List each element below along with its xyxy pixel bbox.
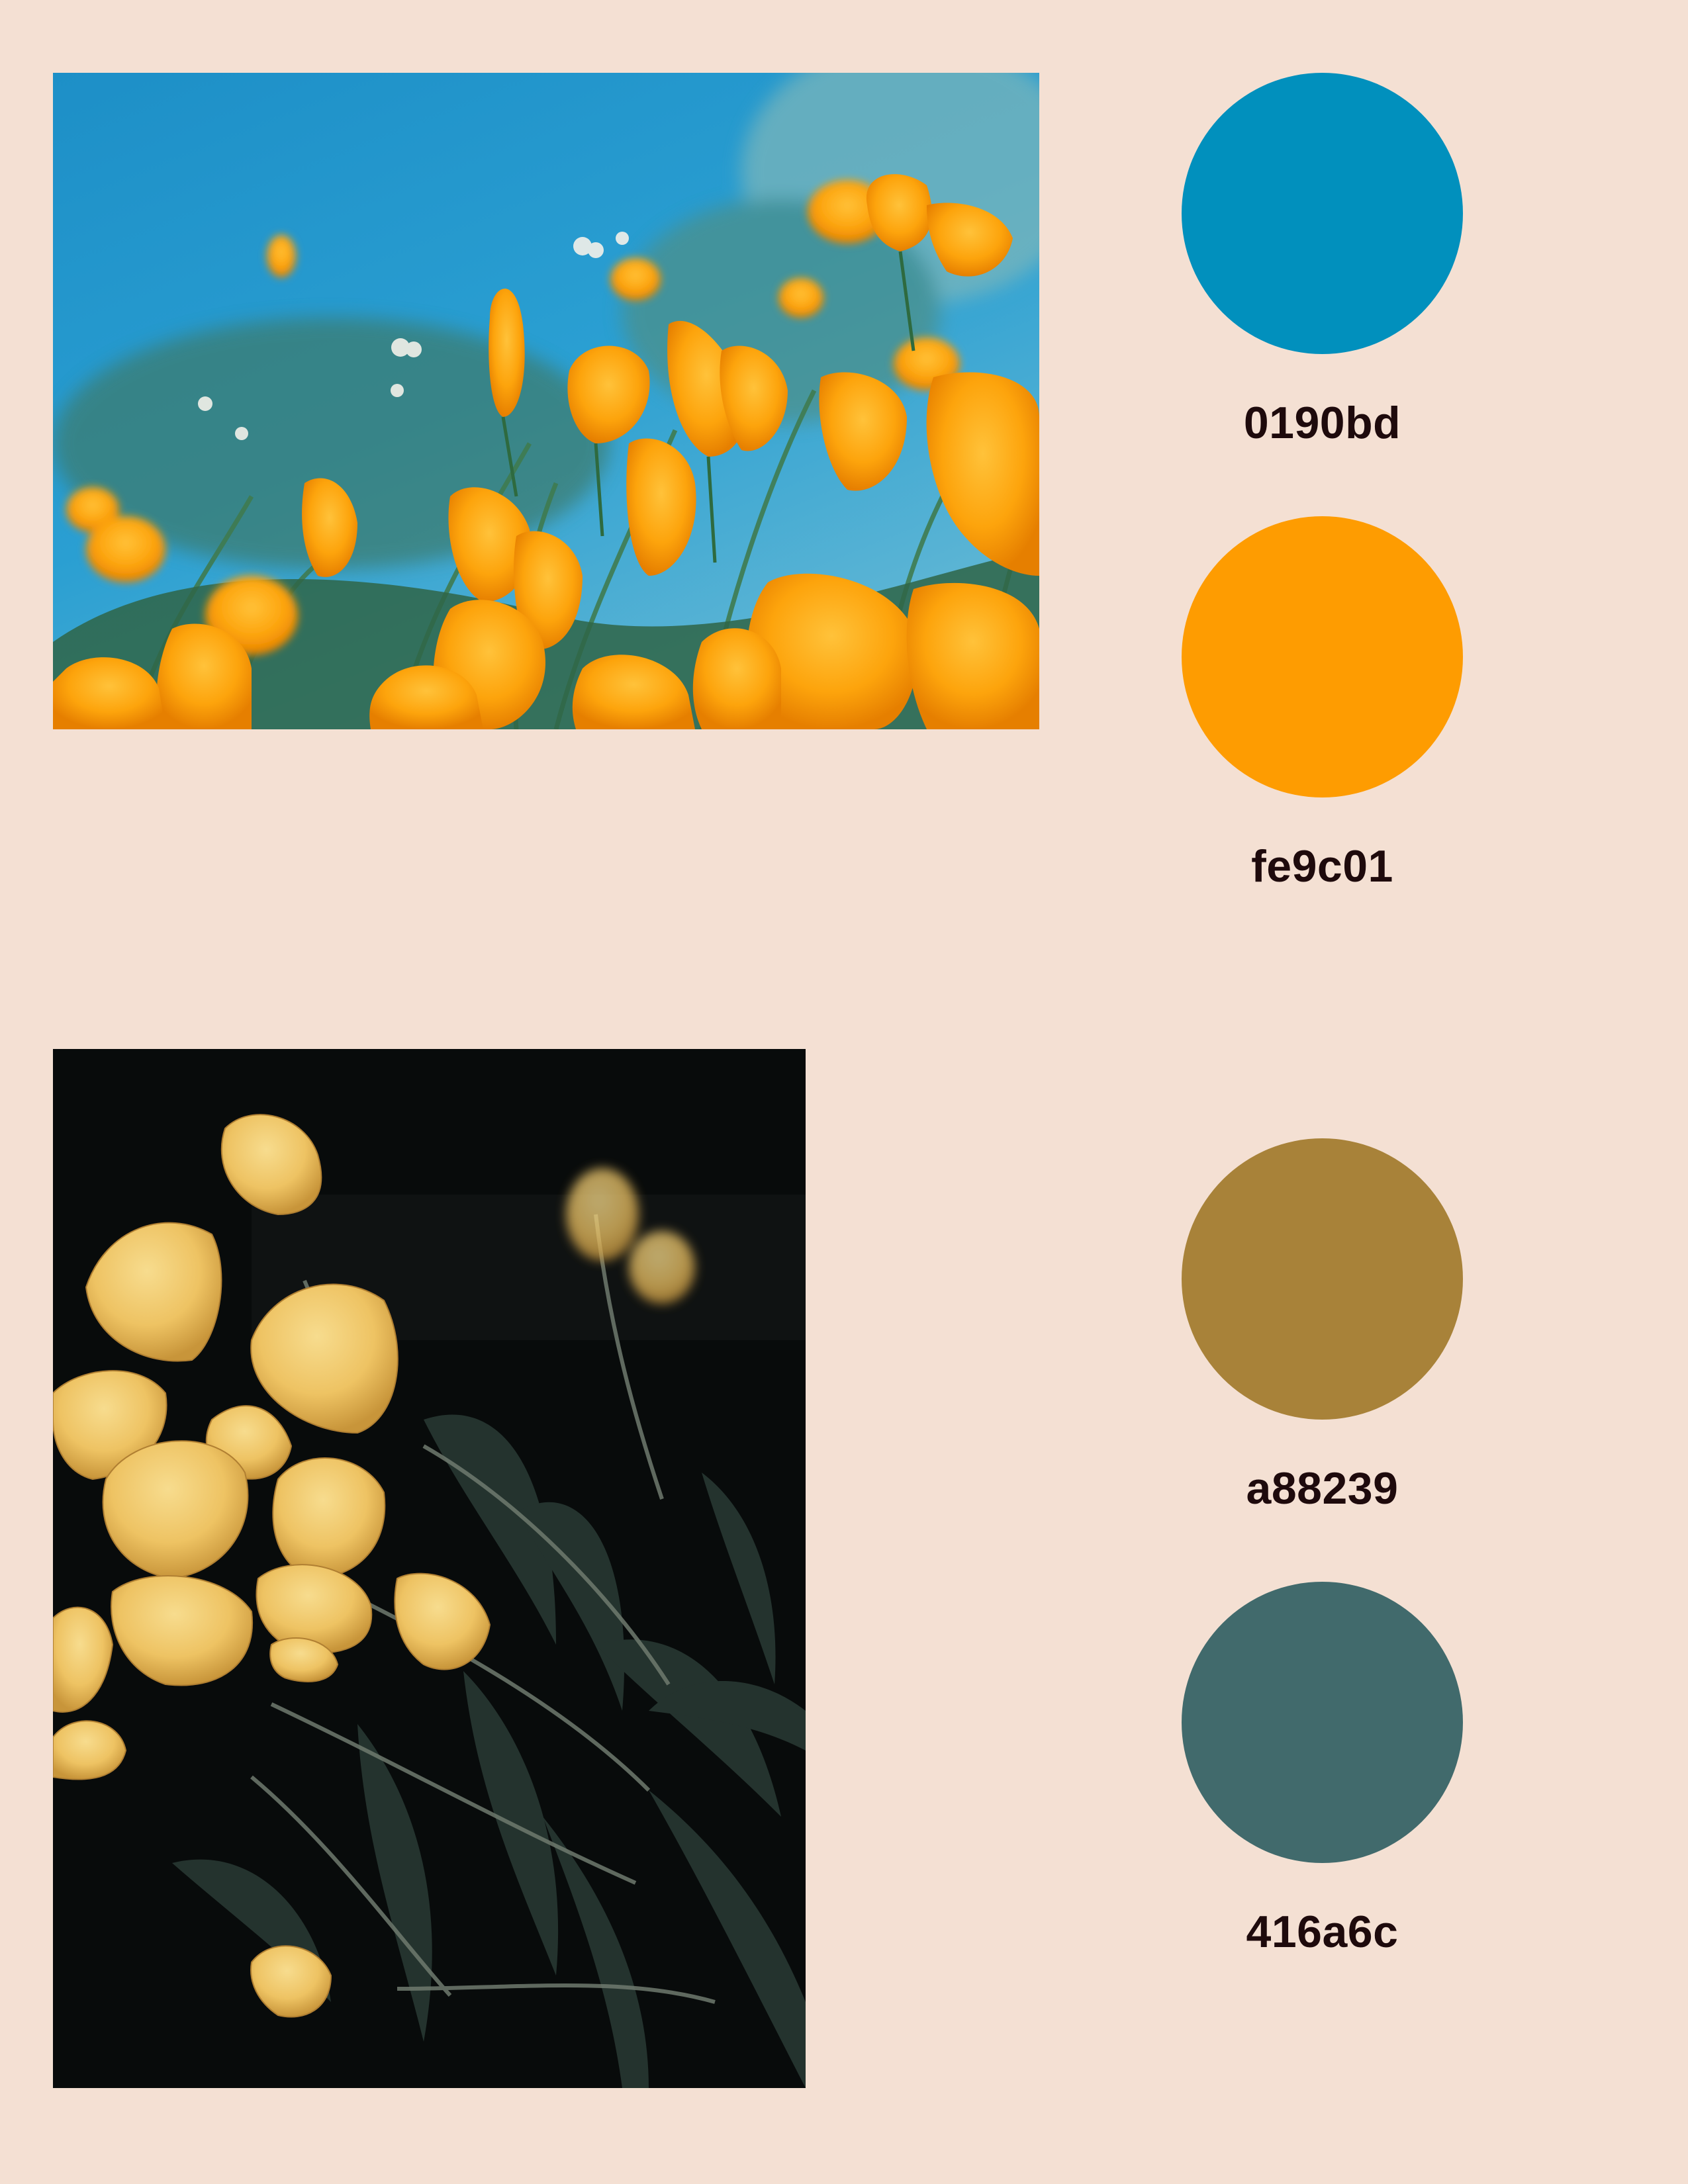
hex-code-label: 0190bd bbox=[1243, 398, 1401, 448]
color-swatch bbox=[1182, 1582, 1463, 1863]
hex-code-label: 416a6c bbox=[1246, 1907, 1399, 1957]
color-swatch bbox=[1182, 516, 1463, 797]
hex-code-label: fe9c01 bbox=[1251, 841, 1393, 891]
hex-code-label: a88239 bbox=[1246, 1463, 1399, 1514]
color-swatch bbox=[1182, 73, 1463, 354]
yellow-tulips-photo bbox=[53, 1049, 806, 2088]
poppy-field-photo bbox=[53, 73, 1039, 729]
color-swatch bbox=[1182, 1138, 1463, 1420]
